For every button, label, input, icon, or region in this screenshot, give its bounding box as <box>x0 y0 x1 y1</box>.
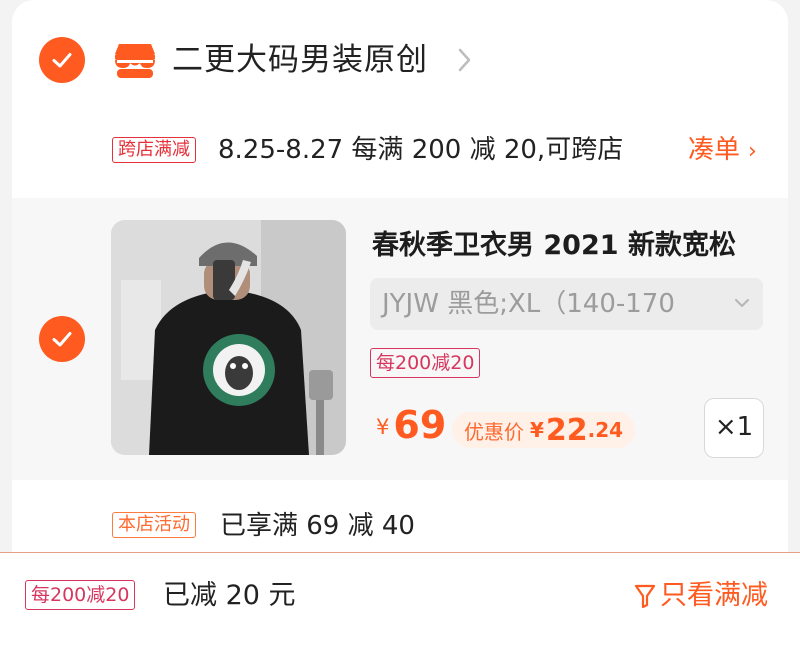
shop-icon <box>115 44 155 78</box>
store-activity: 本店活动 已享满 69 减 40 <box>12 500 788 552</box>
discounted-price-badge: 优惠价 ¥ 22 .24 <box>452 412 636 448</box>
chevron-right-icon[interactable] <box>457 46 473 74</box>
cross-store-tag: 跨店满减 <box>112 137 196 163</box>
product-title[interactable]: 春秋季卫衣男 2021 新款宽松 <box>372 226 736 266</box>
discount-only-filter-label: 只看满减 <box>660 580 768 611</box>
shop-cart-card: 二更大码男装原创 跨店满减 8.25-8.27 每满 200 减 20,可跨店 … <box>12 0 788 552</box>
shop-header[interactable]: 二更大码男装原创 <box>12 20 788 100</box>
store-activity-tag: 本店活动 <box>112 512 196 538</box>
quantity-button[interactable]: ×1 <box>704 398 764 458</box>
discount-only-filter-button[interactable]: 只看满减 <box>634 577 768 615</box>
discount-filter-bar: 每200减20 已减 20 元 只看满减 <box>0 552 800 650</box>
cross-store-promo: 跨店满减 8.25-8.27 每满 200 减 20,可跨店 凑单 › <box>12 118 788 182</box>
shop-checkbox[interactable] <box>39 37 85 83</box>
add-on-items-label: 凑单 <box>688 135 741 165</box>
store-activity-text: 已享满 69 减 40 <box>220 511 415 541</box>
hoodie-photo <box>111 220 346 455</box>
discounted-currency-symbol: ¥ <box>530 418 544 442</box>
check-icon <box>52 53 72 68</box>
add-on-items-link[interactable]: 凑单 › <box>688 132 757 170</box>
chevron-down-icon <box>735 299 749 307</box>
sku-text: JYJW 黑色;XL（140-170 <box>382 289 675 319</box>
sku-selector[interactable]: JYJW 黑色;XL（140-170 <box>370 278 763 330</box>
item-price: ¥69 <box>376 403 446 447</box>
bottom-discount-tag: 每200减20 <box>25 580 136 610</box>
discounted-price-decimal: .24 <box>587 418 624 442</box>
check-icon <box>52 332 72 347</box>
discounted-price-label: 优惠价 <box>464 419 524 444</box>
filter-icon <box>634 584 656 609</box>
discounted-price-integer: 22 <box>545 412 588 448</box>
product-image[interactable] <box>111 220 346 455</box>
item-checkbox[interactable] <box>39 316 85 362</box>
currency-symbol: ¥ <box>376 415 390 439</box>
price-value: 69 <box>393 403 447 447</box>
cart-item: 春秋季卫衣男 2021 新款宽松 JYJW 黑色;XL（140-170 每200… <box>12 198 788 480</box>
shop-name[interactable]: 二更大码男装原创 <box>172 38 428 82</box>
chevron-right-icon: › <box>748 139 757 164</box>
discount-tag: 每200减20 <box>370 348 481 378</box>
saved-amount-text: 已减 20 元 <box>163 580 296 611</box>
cross-store-promo-text: 8.25-8.27 每满 200 减 20,可跨店 <box>218 135 624 165</box>
